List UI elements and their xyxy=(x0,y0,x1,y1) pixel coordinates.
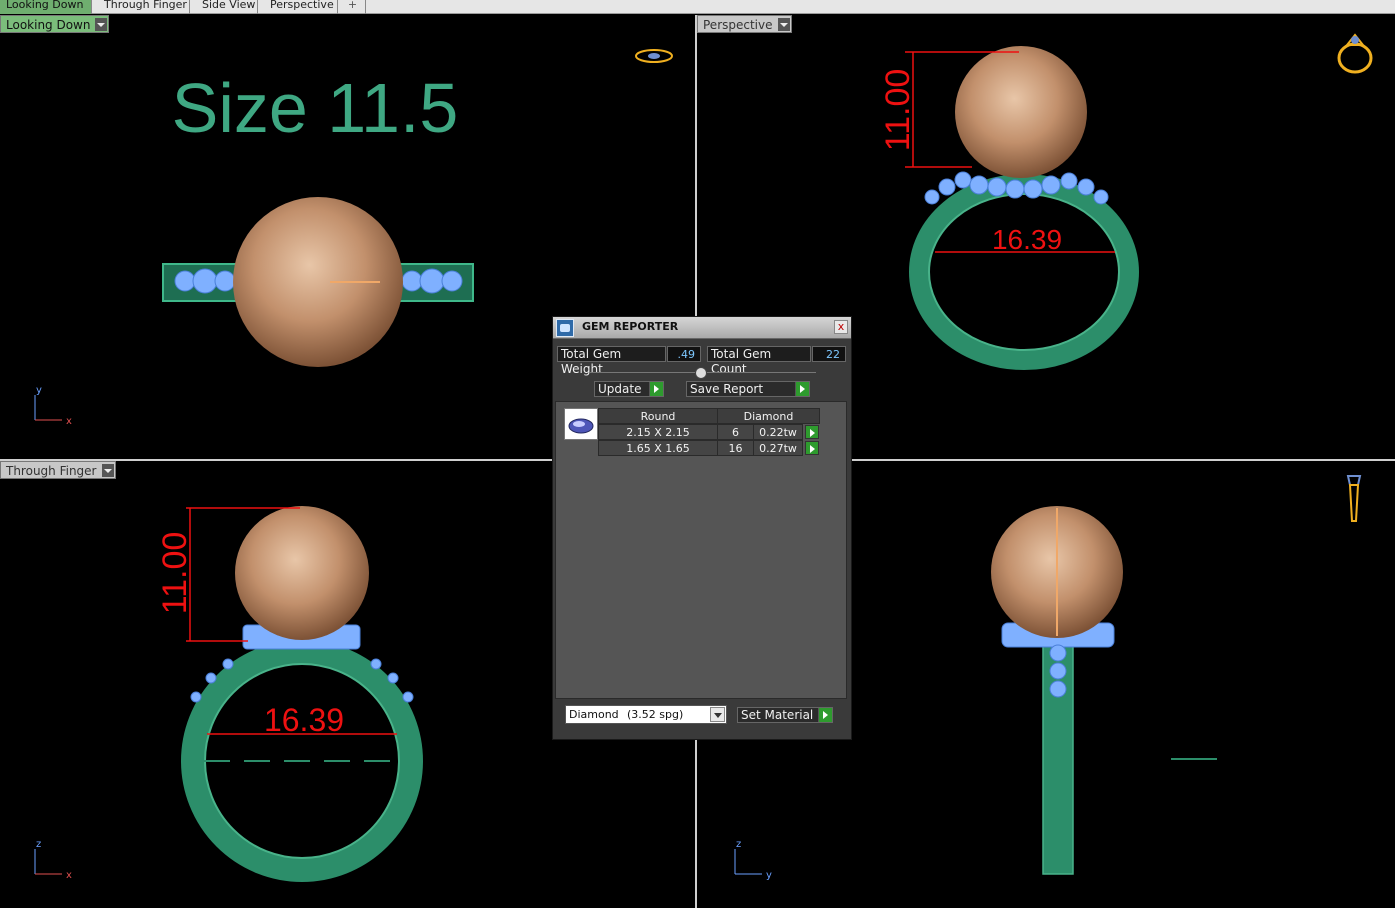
column-header-material: Diamond xyxy=(717,408,820,424)
table-row-weight: 0.22tw xyxy=(753,424,803,440)
viewport-label-text: Looking Down xyxy=(6,18,91,32)
axis-gizmo xyxy=(34,395,62,421)
play-arrow-icon xyxy=(649,382,663,396)
close-button[interactable]: x xyxy=(834,320,848,334)
tab-perspective[interactable]: Perspective xyxy=(264,0,338,14)
ring-inner-edge xyxy=(928,193,1120,351)
save-report-button-label: Save Report xyxy=(690,382,764,396)
total-gem-weight-label: Total Gem Weight xyxy=(557,346,666,376)
total-gem-count-value: 22 xyxy=(812,346,846,362)
chevron-down-icon[interactable] xyxy=(101,464,114,477)
ring-shank-perspective xyxy=(909,174,1139,370)
update-button-label: Update xyxy=(598,382,642,396)
ring-side-preview-icon xyxy=(1346,475,1362,522)
tab-side-view[interactable]: Side View xyxy=(196,0,258,14)
pearl-front xyxy=(235,506,369,640)
tab-through-finger[interactable]: Through Finger xyxy=(98,0,190,14)
width-dimension-label: 16.39 xyxy=(264,702,344,738)
chevron-down-icon[interactable] xyxy=(95,18,108,31)
pearl-perspective xyxy=(955,46,1087,178)
row-select-button[interactable] xyxy=(805,425,819,439)
round-gem-icon[interactable] xyxy=(564,408,598,440)
material-name: Diamond xyxy=(569,708,619,721)
viewport-label-through-finger[interactable]: Through Finger xyxy=(0,461,116,479)
table-row-size: 2.15 X 2.15 xyxy=(598,424,718,440)
axis-label-x: x xyxy=(66,870,72,881)
gem-reporter-icon xyxy=(556,319,574,337)
axis-label-y: y xyxy=(766,870,772,881)
chevron-down-icon[interactable] xyxy=(777,18,790,31)
set-material-button[interactable]: Set Material xyxy=(737,707,833,723)
material-dropdown[interactable]: Diamond (3.52 spg) xyxy=(565,705,727,724)
axis-label-x: x xyxy=(66,416,72,427)
side-stones-side xyxy=(1049,644,1067,698)
gem-list-table: Round Diamond 2.15 X 2.15 6 0.22tw 1.65 … xyxy=(555,401,847,699)
height-dimension-label: 11.00 xyxy=(156,532,194,615)
save-report-button[interactable]: Save Report xyxy=(686,381,810,397)
tab-looking-down[interactable]: Looking Down xyxy=(0,0,92,14)
column-header-shape: Round xyxy=(598,408,718,424)
collapse-toggle[interactable] xyxy=(695,367,707,379)
ring-shank-side xyxy=(1042,645,1074,875)
table-row-size: 1.65 X 1.65 xyxy=(598,440,718,456)
axis-label-z: z xyxy=(36,839,41,850)
chevron-down-icon[interactable] xyxy=(710,707,725,722)
axis-label-y: y xyxy=(36,385,42,396)
play-arrow-icon xyxy=(795,382,809,396)
table-row-count: 16 xyxy=(717,440,754,456)
view-tab-bar: Looking Down Through Finger Side View Pe… xyxy=(0,0,1395,14)
viewport-label-perspective[interactable]: Perspective xyxy=(697,15,792,33)
viewport-label-looking-down[interactable]: Looking Down xyxy=(0,15,110,33)
width-dimension-label: 16.39 xyxy=(992,224,1062,255)
material-spg: (3.52 spg) xyxy=(627,708,684,721)
viewport-label-text: Through Finger xyxy=(6,464,97,478)
gem-reporter-title: GEM REPORTER xyxy=(582,320,679,333)
viewport-label-text: Perspective xyxy=(703,18,773,32)
ring-preview-icon xyxy=(1337,33,1373,74)
gem-reporter-dialog: GEM REPORTER x Total Gem Weight .49 Tota… xyxy=(552,316,852,740)
add-tab-button[interactable]: + xyxy=(340,0,366,14)
size-label: Size 11.5 xyxy=(172,69,459,147)
total-gem-count-label: Total Gem Count xyxy=(707,346,811,376)
row-select-button[interactable] xyxy=(805,441,819,455)
height-dimension-label: 11.00 xyxy=(879,69,917,152)
total-gem-weight-value: .49 xyxy=(667,346,701,362)
ring-preview-icon xyxy=(635,49,673,63)
gem-reporter-titlebar[interactable]: GEM REPORTER x xyxy=(553,317,851,339)
axis-gizmo xyxy=(34,849,62,875)
table-row-count: 6 xyxy=(717,424,754,440)
set-material-button-label: Set Material xyxy=(741,708,814,722)
axis-label-z: z xyxy=(736,839,741,850)
update-button[interactable]: Update xyxy=(594,381,664,397)
axis-gizmo xyxy=(734,849,762,875)
play-arrow-icon xyxy=(818,708,832,722)
table-row-weight: 0.27tw xyxy=(753,440,803,456)
